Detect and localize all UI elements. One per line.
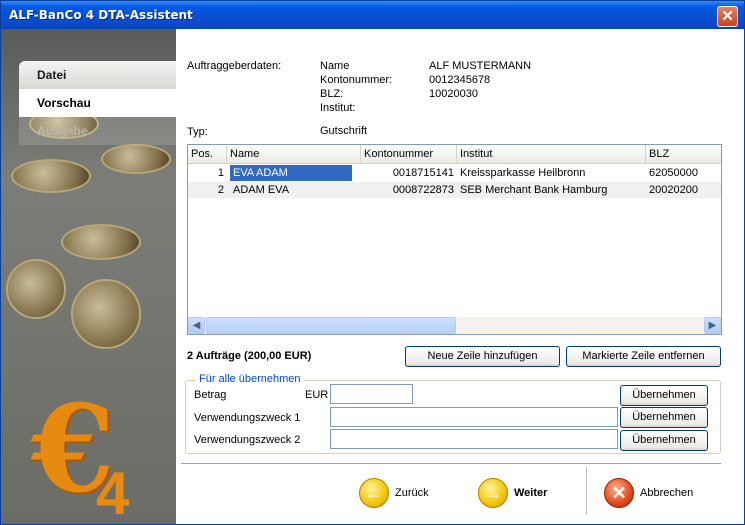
cell-blz: 62050000: [649, 167, 698, 179]
close-icon[interactable]: ✕: [717, 6, 738, 27]
typ-value: Gutschrift: [320, 125, 368, 137]
coin-image: [61, 224, 141, 260]
blz-value: 10020030: [429, 88, 478, 100]
betrag-label: Betrag: [194, 389, 227, 401]
remove-row-button[interactable]: Markierte Zeile entfernen: [566, 346, 721, 367]
table-header: Pos. Name Kontonummer Institut BLZ: [188, 145, 721, 164]
add-row-button[interactable]: Neue Zeile hinzufügen: [405, 346, 560, 367]
blz-label: BLZ:: [320, 88, 344, 100]
cell-kontonummer: 0018715141: [392, 167, 454, 179]
cell-pos: 1: [217, 167, 224, 179]
cell-institut: Kreissparkasse Heilbronn: [460, 167, 586, 179]
vz1-label: Verwendungszweck 1: [194, 412, 301, 424]
apply-vz2-button[interactable]: Übernehmen: [620, 430, 708, 451]
column-header-blz[interactable]: BLZ: [646, 145, 721, 164]
table-row[interactable]: 1 EVA ADAM 0018715141 Kreissparkasse Hei…: [188, 165, 721, 181]
cell-blz: 20020200: [649, 184, 698, 196]
arrow-left-icon: ←: [359, 478, 389, 508]
nav-item-ausgabe[interactable]: Ausgabe: [19, 117, 176, 145]
verwendungszweck2-input[interactable]: [330, 429, 618, 449]
next-button[interactable]: → Weiter: [478, 473, 547, 513]
back-label: Zurück: [395, 487, 429, 499]
apply-to-all-title: Für alle übernehmen: [196, 373, 304, 385]
cell-kontonummer: 0008722873: [392, 184, 454, 196]
column-header-kontonummer[interactable]: Kontonummer: [361, 145, 457, 164]
konto-label: Kontonummer:: [320, 74, 393, 86]
currency-label: EUR: [305, 389, 329, 401]
cancel-button[interactable]: ✕ Abbrechen: [604, 473, 693, 513]
back-button[interactable]: ← Zurück: [359, 473, 429, 513]
orders-table[interactable]: Pos. Name Kontonummer Institut BLZ 1 EVA…: [187, 144, 722, 335]
table-row[interactable]: 2 ADAM EVA 0008722873 SEB Merchant Bank …: [188, 182, 721, 198]
cancel-label: Abbrechen: [640, 487, 694, 499]
footer-vertical-divider: [586, 467, 587, 515]
logo-four: 4: [96, 460, 130, 524]
column-header-name[interactable]: Name: [227, 145, 361, 164]
betrag-input[interactable]: [330, 384, 413, 404]
coin-image: [101, 144, 171, 174]
coin-image: [6, 259, 66, 319]
cancel-x-icon: ✕: [604, 478, 634, 508]
typ-label: Typ:: [187, 126, 208, 138]
vz2-label: Verwendungszweck 2: [194, 434, 301, 446]
window-title: ALF-BanCo 4 DTA-Assistent: [9, 8, 193, 22]
left-sidebar: Datei Vorschau Ausgabe € 4: [1, 29, 176, 524]
coin-image: [71, 279, 141, 349]
title-bar[interactable]: ALF-BanCo 4 DTA-Assistent ✕: [1, 1, 744, 29]
konto-value: 0012345678: [429, 74, 491, 86]
scroll-right-icon[interactable]: ▶: [704, 317, 721, 334]
verwendungszweck1-input[interactable]: [330, 407, 618, 427]
next-label: Weiter: [514, 487, 548, 499]
apply-vz1-button[interactable]: Übernehmen: [620, 407, 708, 428]
nav-item-datei[interactable]: Datei: [19, 61, 176, 89]
column-header-institut[interactable]: Institut: [457, 145, 646, 164]
apply-betrag-button[interactable]: Übernehmen: [620, 385, 708, 406]
cell-pos: 2: [217, 184, 224, 196]
nav-item-vorschau[interactable]: Vorschau: [19, 89, 176, 117]
orders-summary: 2 Aufträge (200,00 EUR): [187, 350, 312, 362]
horizontal-scrollbar[interactable]: ◀ ▶: [188, 317, 721, 334]
scrollbar-thumb[interactable]: [206, 317, 456, 334]
coin-image: [11, 159, 91, 193]
scroll-left-icon[interactable]: ◀: [188, 317, 205, 334]
dta-assistant-window: ALF-BanCo 4 DTA-Assistent ✕ Datei Vorsch…: [0, 0, 745, 525]
name-label: Name: [320, 60, 350, 72]
arrow-right-icon: →: [478, 478, 508, 508]
footer-divider: [181, 463, 721, 464]
institut-label: Institut:: [320, 102, 356, 114]
auftraggeber-label: Auftraggeberdaten:: [187, 60, 282, 72]
cell-name: ADAM EVA: [233, 184, 290, 196]
name-value: ALF MUSTERMANN: [429, 60, 532, 72]
cell-name-selected[interactable]: EVA ADAM: [230, 165, 352, 181]
column-header-pos[interactable]: Pos.: [188, 145, 227, 164]
cell-institut: SEB Merchant Bank Hamburg: [460, 184, 608, 196]
